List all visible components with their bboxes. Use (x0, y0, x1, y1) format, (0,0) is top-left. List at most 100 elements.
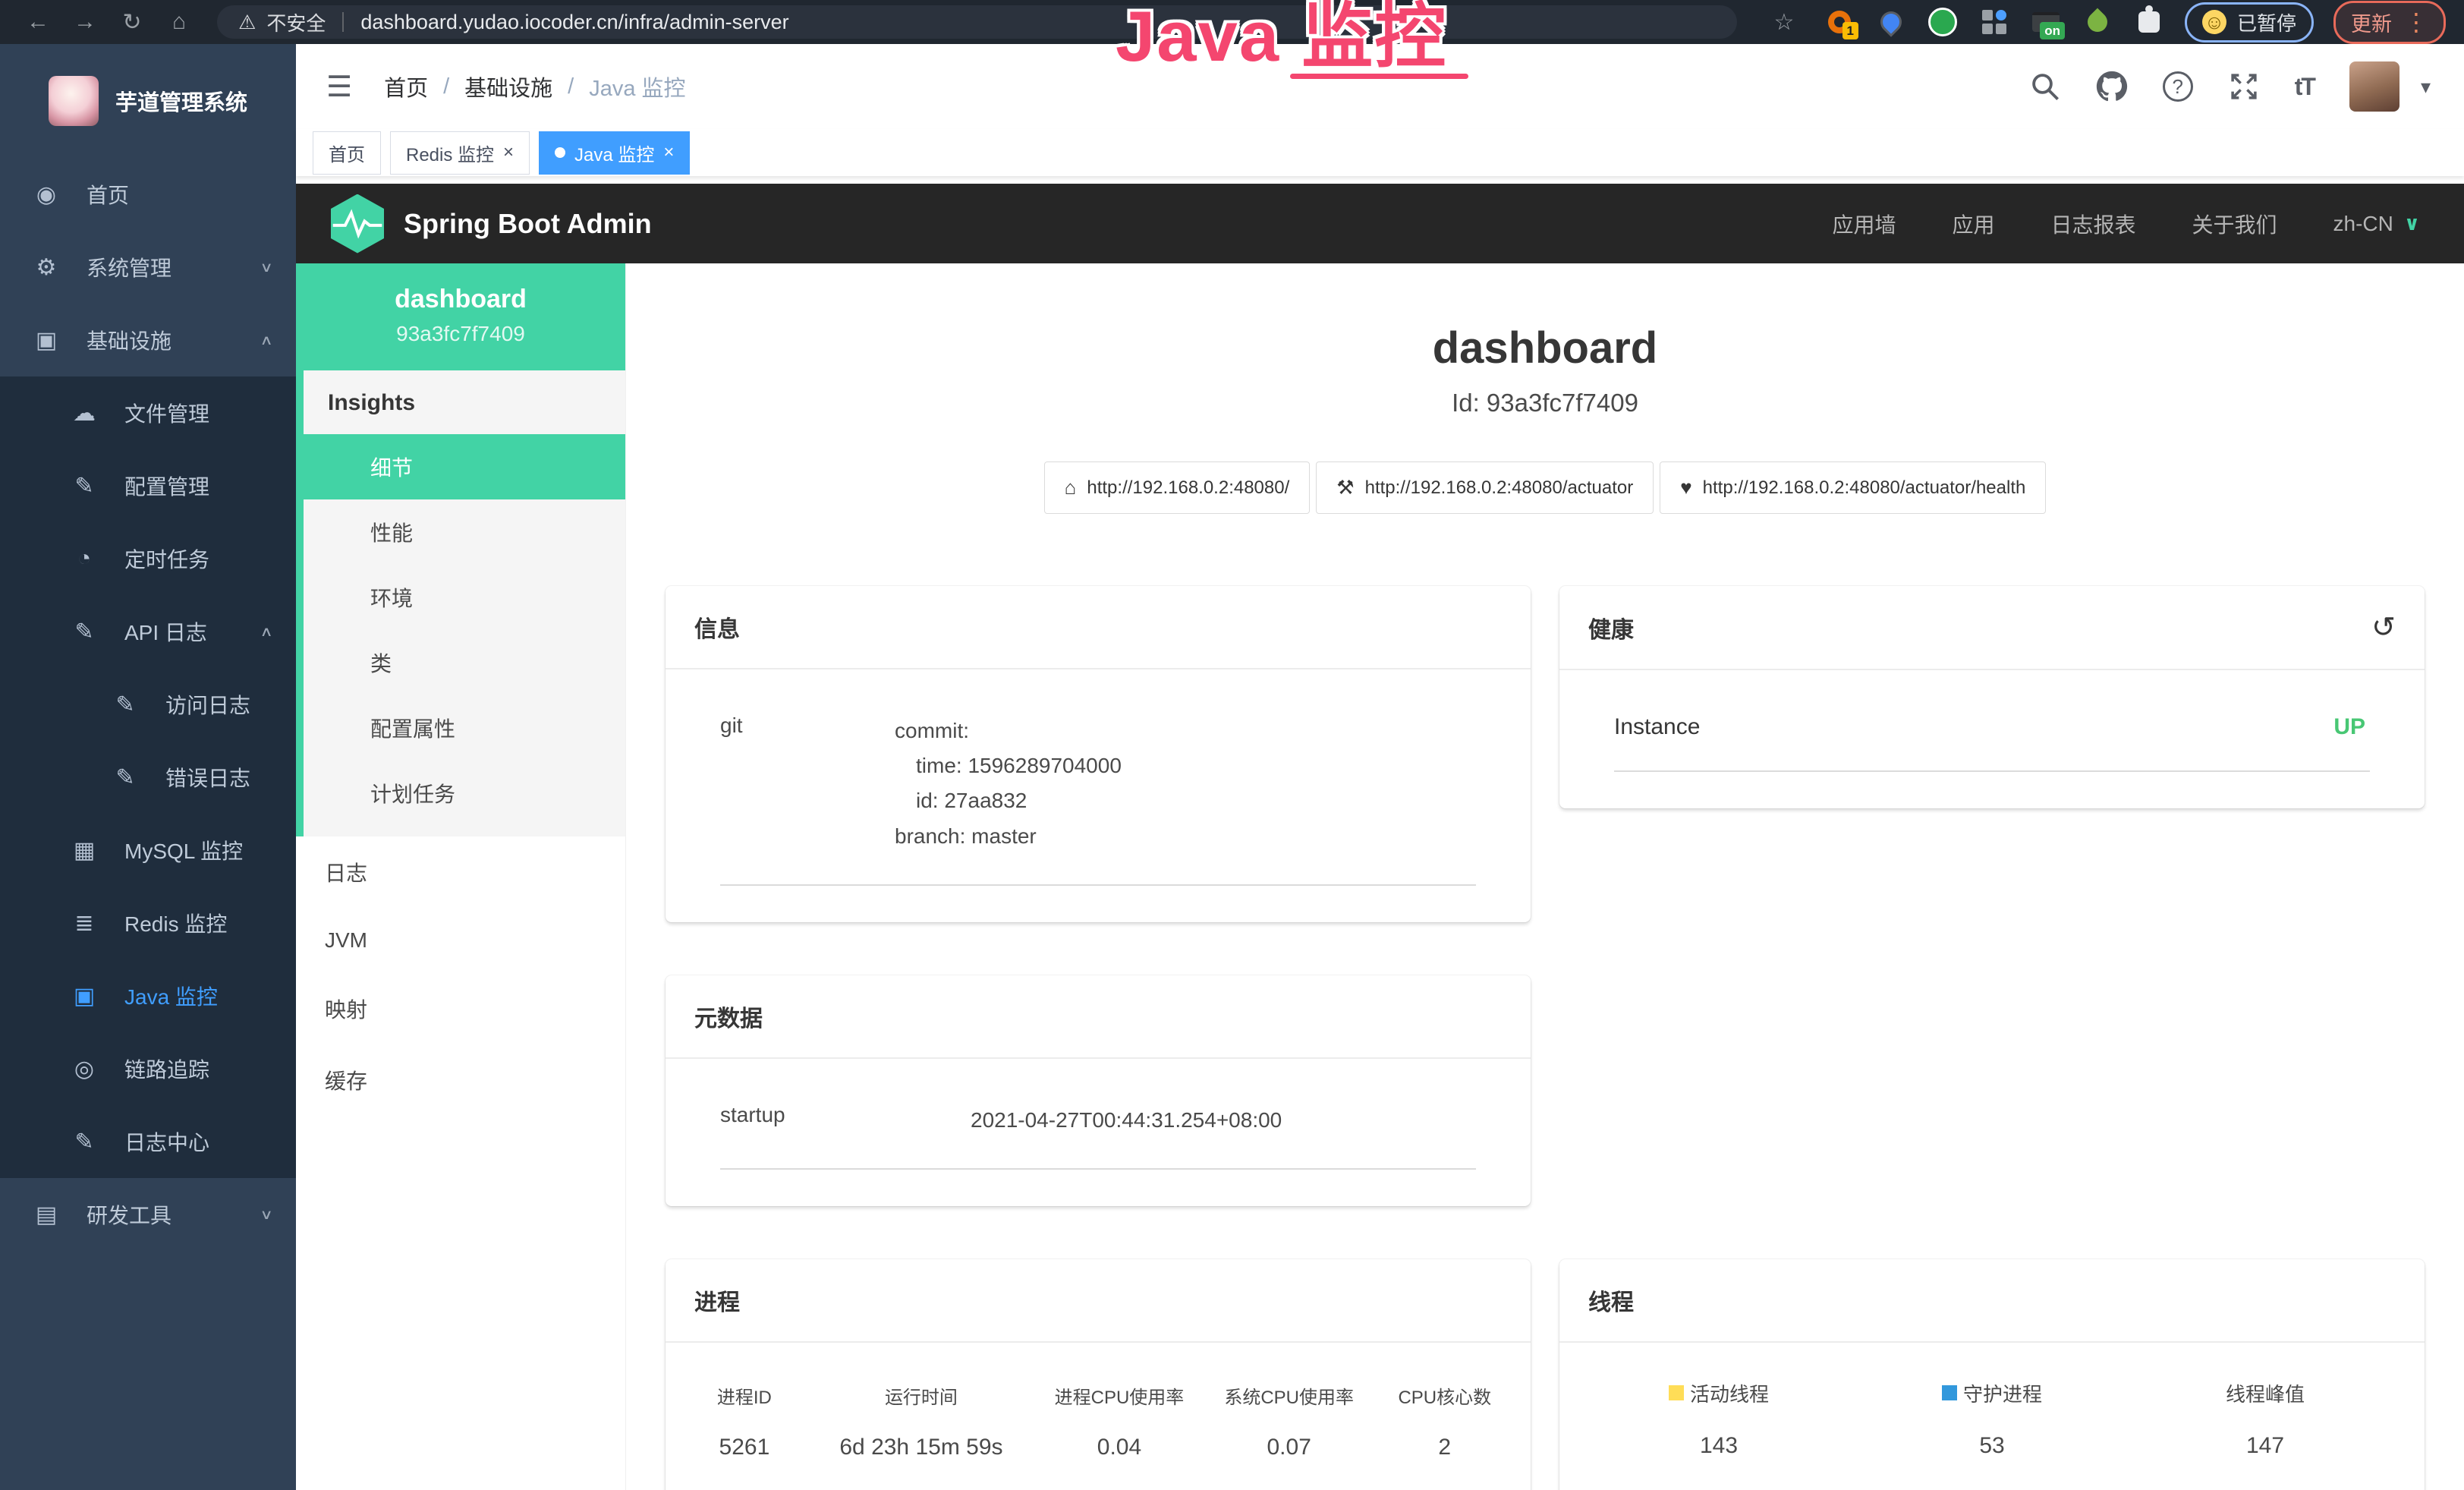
health-url-button[interactable]: ♥ http://192.168.0.2:48080/actuator/heal… (1660, 461, 2046, 514)
live-threads-value: 143 (1582, 1433, 1855, 1459)
sba-item-metrics[interactable]: 性能 (304, 499, 625, 565)
metadata-card-title: 元数据 (694, 1000, 763, 1033)
sidebar-item-access-logs[interactable]: ✎ 访问日志 (0, 668, 296, 741)
bookmark-star-icon[interactable]: ☆ (1764, 9, 1804, 36)
sba-item-classes[interactable]: 类 (304, 630, 625, 695)
sba-nav-wallboard[interactable]: 应用墙 (1832, 209, 1896, 239)
sidebar-item-system-management[interactable]: ⚙ 系统管理 ∨ (0, 231, 296, 304)
sba-item-environment[interactable]: 环境 (304, 565, 625, 630)
user-avatar[interactable] (2349, 61, 2399, 112)
breadcrumb-infrastructure[interactable]: 基础设施 (464, 71, 552, 102)
sidebar-item-infrastructure[interactable]: ▣ 基础设施 ∧ (0, 304, 296, 376)
sba-brand-title[interactable]: Spring Boot Admin (404, 208, 652, 240)
sidebar-item-home[interactable]: ◉ 首页 (0, 158, 296, 231)
extension-colorzilla-icon[interactable]: 1 (1824, 6, 1855, 38)
chrome-update-button[interactable]: 更新 ⋮ (2333, 1, 2446, 44)
browser-forward-icon[interactable]: → (65, 9, 105, 35)
metadata-value: 2021-04-27T00:44:31.254+08:00 (971, 1103, 1476, 1138)
sba-item-details[interactable]: 细节 (304, 434, 625, 499)
insights-group-label: Insights (304, 370, 625, 434)
sba-item-logs[interactable]: 日志 (296, 836, 625, 908)
sba-item-mappings[interactable]: 映射 (296, 973, 625, 1044)
leaf-icon (2084, 8, 2112, 36)
sba-nav-about[interactable]: 关于我们 (2192, 209, 2277, 239)
browser-home-icon[interactable]: ⌂ (159, 9, 199, 35)
sba-nav-journal[interactable]: 日志报表 (2051, 209, 2136, 239)
monitor-icon: ▣ (32, 327, 61, 354)
eye-icon: ◎ (70, 1056, 99, 1082)
health-row-instance: Instance UP (1614, 714, 2370, 772)
sidebar-item-log-center[interactable]: ✎ 日志中心 (0, 1105, 296, 1178)
health-key: Instance (1614, 714, 1700, 740)
cloud-icon: ☁ (70, 400, 99, 427)
instance-id-line: Id: 93a3fc7f7409 (666, 389, 2425, 417)
infrastructure-submenu: ☁ 文件管理 ✎ 配置管理 ◔ 定时任务 ✎ API 日志 ∧ ✎ (0, 376, 296, 1178)
cpu-count-value: 2 (1374, 1435, 1515, 1460)
health-card-header: 健康 ↺ (1559, 586, 2425, 670)
git-commit-time: time: 1596289704000 (895, 748, 1476, 783)
actuator-url-button[interactable]: ⚒ http://192.168.0.2:48080/actuator (1316, 461, 1654, 514)
search-icon[interactable] (2029, 71, 2061, 102)
layers-icon: ≣ (70, 910, 99, 937)
fullscreen-icon[interactable] (2228, 71, 2260, 102)
sidebar-item-label: 链路追踪 (124, 1054, 273, 1084)
sidebar-item-file-management[interactable]: ☁ 文件管理 (0, 376, 296, 449)
address-bar[interactable]: ⚠ 不安全 dashboard.yudao.iocoder.cn/infra/a… (217, 5, 1737, 39)
page-url[interactable]: dashboard.yudao.iocoder.cn/infra/admin-s… (360, 11, 788, 34)
profile-paused-chip[interactable]: ☺ 已暂停 (2185, 2, 2314, 43)
legend-daemon-threads: 守护进程 (1855, 1379, 2129, 1407)
sidebar-item-error-logs[interactable]: ✎ 错误日志 (0, 741, 296, 814)
app-title: 芋道管理系统 (115, 85, 247, 117)
sba-item-caches[interactable]: 缓存 (296, 1044, 625, 1116)
extension-grid-icon[interactable] (1978, 6, 2010, 38)
hamburger-icon[interactable]: ☰ (316, 70, 363, 104)
extension-leaf-icon[interactable] (2082, 6, 2113, 38)
extension-pin-icon[interactable] (1875, 6, 1907, 38)
gear-icon: ⚙ (32, 254, 61, 281)
extension-switch-icon[interactable]: on (2030, 6, 2062, 38)
sidebar-item-trace[interactable]: ◎ 链路追踪 (0, 1032, 296, 1105)
sidebar-item-java-monitor[interactable]: ▣ Java 监控 (0, 959, 296, 1032)
history-icon[interactable]: ↺ (2371, 610, 2396, 644)
extensions-puzzle-icon[interactable] (2133, 6, 2165, 38)
annotation-text: Java 监控 (1116, 0, 1447, 73)
tag-label: 首页 (329, 140, 365, 166)
close-icon[interactable]: × (663, 143, 674, 162)
avatar-caret-icon[interactable]: ▾ (2421, 75, 2431, 99)
sidebar-item-mysql-monitor[interactable]: ▦ MySQL 监控 (0, 814, 296, 887)
service-url-button[interactable]: ⌂ http://192.168.0.2:48080/ (1044, 461, 1311, 514)
sidebar-item-dev-tools[interactable]: ▤ 研发工具 ∨ (0, 1178, 296, 1251)
sba-logo-icon[interactable] (331, 194, 384, 254)
chevron-up-icon: ∧ (260, 623, 273, 640)
extension-y-icon[interactable] (1927, 6, 1959, 38)
instance-header[interactable]: dashboard 93a3fc7f7409 (296, 263, 625, 370)
sba-item-jvm[interactable]: JVM (296, 908, 625, 973)
sba-nav-applications[interactable]: 应用 (1952, 209, 1994, 239)
sidebar-item-label: 研发工具 (87, 1199, 234, 1230)
sidebar-item-redis-monitor[interactable]: ≣ Redis 监控 (0, 887, 296, 959)
help-icon[interactable]: ? (2163, 71, 2193, 102)
threads-card-title: 线程 (1588, 1284, 1634, 1317)
browser-menu-icon[interactable]: ⋮ (2404, 10, 2428, 34)
text-size-icon[interactable]: tT (2295, 73, 2315, 101)
github-icon[interactable] (2096, 71, 2128, 102)
git-commit-label: commit: (895, 713, 1476, 748)
sidebar-item-config-management[interactable]: ✎ 配置管理 (0, 449, 296, 522)
close-icon[interactable]: × (503, 143, 514, 162)
legend-peak-threads: 线程峰值 (2129, 1379, 2402, 1407)
tag-java-monitor[interactable]: Java 监控 × (539, 131, 690, 175)
sidebar-item-scheduled-tasks[interactable]: ◔ 定时任务 (0, 522, 296, 595)
sba-item-config-props[interactable]: 配置属性 (304, 695, 625, 761)
tag-home[interactable]: 首页 (313, 131, 381, 175)
tag-redis-monitor[interactable]: Redis 监控 × (390, 131, 530, 175)
language-selector[interactable]: zh-CN ∨ (2333, 212, 2420, 236)
breadcrumb-separator: / (568, 74, 574, 99)
sba-item-scheduled-tasks[interactable]: 计划任务 (304, 761, 625, 826)
breadcrumb-home[interactable]: 首页 (384, 71, 428, 102)
browser-reload-icon[interactable]: ↻ (112, 9, 152, 36)
process-col-pid: 进程ID (681, 1382, 808, 1409)
browser-back-icon[interactable]: ← (18, 9, 58, 35)
actuator-url: http://192.168.0.2:48080/actuator (1365, 477, 1634, 499)
app-logo-block[interactable]: 芋道管理系统 (0, 44, 296, 158)
sidebar-item-api-logs[interactable]: ✎ API 日志 ∧ (0, 595, 296, 668)
